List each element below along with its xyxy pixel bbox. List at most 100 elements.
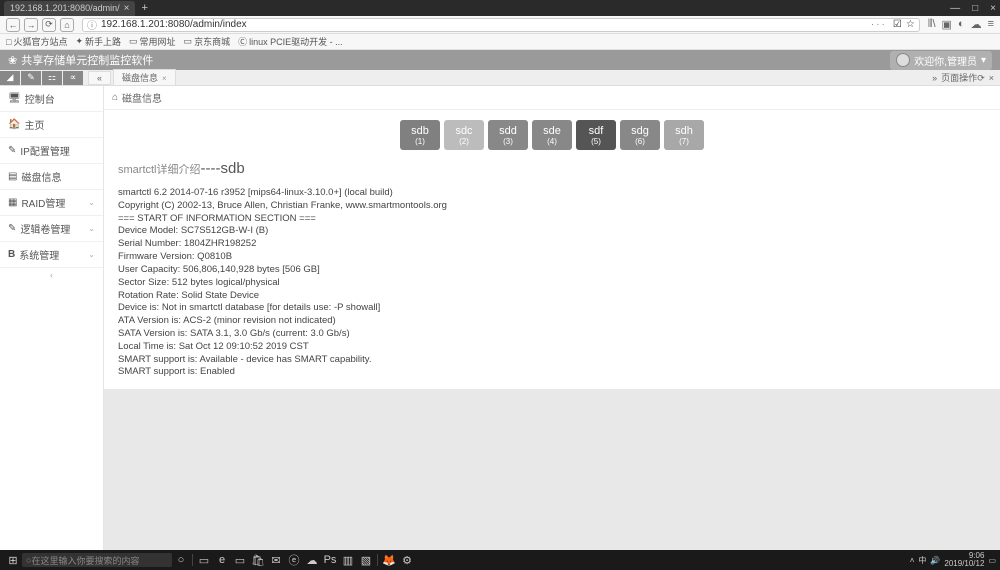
- info-icon: ⓘ: [87, 17, 97, 32]
- browser-nav: ← → ⟳ ⌂ ⓘ 192.168.1.201:8080/admin/index…: [0, 16, 1000, 34]
- bookmark-item[interactable]: □ 火狐官方站点: [6, 35, 67, 48]
- home-button[interactable]: ⌂: [60, 18, 74, 32]
- browser-tab-bar: 192.168.1.201:8080/admin/ × + — □ ×: [0, 0, 1000, 16]
- user-label: 欢迎你,管理员: [914, 53, 977, 68]
- sidebar-item-system[interactable]: B系统管理⌄: [0, 242, 103, 268]
- breadcrumb-label: 磁盘信息: [122, 90, 162, 105]
- smart-info-line: Serial Number: 1804ZHR198252: [118, 238, 986, 251]
- sidebar-item-home[interactable]: 🏠主页: [0, 112, 103, 138]
- volume-icon[interactable]: 🔊: [930, 556, 940, 565]
- disk-tab-sdg[interactable]: sdg(6): [620, 120, 660, 150]
- browser-tab[interactable]: 192.168.1.201:8080/admin/ ×: [4, 1, 135, 16]
- sidebar-item-console[interactable]: 🖥控制台: [0, 86, 103, 112]
- close-window-icon[interactable]: ×: [990, 3, 996, 14]
- star-icon[interactable]: ☆: [906, 19, 915, 30]
- app-icon[interactable]: ⚙: [398, 552, 416, 568]
- smart-info-line: === START OF INFORMATION SECTION ===: [118, 213, 986, 226]
- window-controls: — □ ×: [950, 3, 996, 14]
- disk-tab-sdd[interactable]: sdd(3): [488, 120, 528, 150]
- wechat-icon[interactable]: ☁: [303, 552, 321, 568]
- search-input[interactable]: ○ 在这里输入你要搜索的内容: [22, 553, 172, 567]
- bookmark-item[interactable]: ▭ 常用网址: [129, 35, 176, 48]
- edge-icon[interactable]: e: [213, 552, 231, 568]
- taskview-icon[interactable]: ▭: [195, 552, 213, 568]
- sidebar-item-lvm[interactable]: ✎逻辑卷管理⌄: [0, 216, 103, 242]
- sidebar-icon[interactable]: ▣: [942, 18, 952, 31]
- disk-icon: ▤: [8, 171, 17, 182]
- firefox-icon[interactable]: 🦊: [380, 552, 398, 568]
- bookmark-item[interactable]: Ⓒ linux PCIE驱动开发 - ...: [238, 35, 343, 48]
- avatar: [896, 53, 910, 67]
- app-icon[interactable]: ▥: [339, 552, 357, 568]
- bookmark-item[interactable]: ▭ 京东商城: [184, 35, 231, 48]
- clock[interactable]: 9:06 2019/10/12: [944, 552, 984, 568]
- smart-info-line: User Capacity: 506,806,140,928 bytes [50…: [118, 264, 986, 277]
- edit-icon: ✎: [8, 145, 16, 156]
- sync-icon[interactable]: ◐: [958, 18, 965, 31]
- start-button[interactable]: ⊞: [4, 552, 22, 568]
- smart-info-line: Firmware Version: Q0810B: [118, 251, 986, 264]
- smart-info-line: Copyright (C) 2002-13, Bruce Allen, Chri…: [118, 200, 986, 213]
- url-bar[interactable]: ⓘ 192.168.1.201:8080/admin/index ··· ☑ ☆: [82, 18, 920, 32]
- home-icon[interactable]: ⌂: [112, 92, 118, 103]
- sidebar: 🖥控制台 🏠主页 ✎IP配置管理 ▤磁盘信息 ▦RAID管理⌄ ✎逻辑卷管理⌄ …: [0, 86, 104, 550]
- app-icon[interactable]: ▧: [357, 552, 375, 568]
- tray-up-icon[interactable]: ˄: [910, 556, 915, 565]
- ie-icon[interactable]: ⓔ: [285, 552, 303, 568]
- disk-tab-sdh[interactable]: sdh(7): [664, 120, 704, 150]
- close-icon[interactable]: ×: [162, 74, 167, 83]
- sidebar-item-ipconfig[interactable]: ✎IP配置管理: [0, 138, 103, 164]
- mail-icon[interactable]: ✉: [267, 552, 285, 568]
- tool-btn-3[interactable]: ⚏: [42, 71, 62, 85]
- tool-btn-4[interactable]: ∝: [63, 71, 83, 85]
- app-title: 共享存储单元控制监控软件: [21, 52, 153, 68]
- main-content: ⌂ 磁盘信息 sdb(1) sdc(2) sdd(3) sde(4) sdf(5…: [104, 86, 1000, 550]
- ps-icon[interactable]: Ps: [321, 552, 339, 568]
- tab-disk-info[interactable]: 磁盘信息×: [113, 69, 176, 86]
- user-box[interactable]: 欢迎你,管理员 ▾: [890, 51, 992, 70]
- menu-icon[interactable]: ≡: [988, 18, 994, 31]
- disk-tab-sdf[interactable]: sdf(5): [576, 120, 616, 150]
- smart-info-line: Device Model: SC7S512GB-W-I (B): [118, 225, 986, 238]
- reader-icon[interactable]: ☑: [893, 19, 902, 30]
- tool-btn-2[interactable]: ✎: [21, 71, 41, 85]
- chat-icon[interactable]: ☁: [971, 18, 982, 31]
- close-icon[interactable]: ×: [989, 73, 994, 83]
- maximize-icon[interactable]: □: [972, 3, 978, 14]
- forward-button[interactable]: →: [24, 18, 38, 32]
- tool-btn-1[interactable]: ◢: [0, 71, 20, 85]
- smart-info-line: smartctl 6.2 2014-07-16 r3952 [mips64-li…: [118, 187, 986, 200]
- disk-tab-sde[interactable]: sde(4): [532, 120, 572, 150]
- smart-info-line: Rotation Rate: Solid State Device: [118, 290, 986, 303]
- lvm-icon: ✎: [8, 223, 16, 234]
- store-icon[interactable]: 🛍: [249, 552, 267, 568]
- ime-icon[interactable]: 中: [918, 555, 926, 566]
- page-ops[interactable]: 页面操作⟳: [941, 71, 985, 84]
- disk-tab-sdb[interactable]: sdb(1): [400, 120, 440, 150]
- tab-expand[interactable]: »: [932, 73, 937, 83]
- taskbar: ⊞ ○ 在这里输入你要搜索的内容 ○ ▭ e ▭ 🛍 ✉ ⓔ ☁ Ps ▥ ▧ …: [0, 550, 1000, 570]
- sidebar-item-diskinfo[interactable]: ▤磁盘信息: [0, 164, 103, 190]
- minimize-icon[interactable]: —: [950, 3, 960, 14]
- bookmark-item[interactable]: ✦ 新手上路: [75, 35, 121, 48]
- reload-button[interactable]: ⟳: [42, 18, 56, 32]
- tab-title: 192.168.1.201:8080/admin/: [10, 3, 120, 13]
- explorer-icon[interactable]: ▭: [231, 552, 249, 568]
- sidebar-item-raid[interactable]: ▦RAID管理⌄: [0, 190, 103, 216]
- app-header: ❀ 共享存储单元控制监控软件 欢迎你,管理员 ▾: [0, 50, 1000, 70]
- notifications-icon[interactable]: ▭: [988, 556, 996, 565]
- cortana-icon[interactable]: ○: [172, 552, 190, 568]
- tab-collapse[interactable]: «: [88, 71, 111, 85]
- url-text: 192.168.1.201:8080/admin/index: [101, 19, 247, 30]
- chevron-down-icon: ⌄: [88, 198, 95, 207]
- sidebar-collapse[interactable]: ‹: [0, 268, 103, 282]
- url-meta[interactable]: ···: [871, 19, 887, 30]
- disk-tab-sdc[interactable]: sdc(2): [444, 120, 484, 150]
- library-icon[interactable]: ⫴\: [928, 18, 936, 31]
- toolbar: ◢ ✎ ⚏ ∝ « 磁盘信息× » 页面操作⟳ ×: [0, 70, 1000, 86]
- bookmarks-bar: □ 火狐官方站点 ✦ 新手上路 ▭ 常用网址 ▭ 京东商城 Ⓒ linux PC…: [0, 34, 1000, 50]
- new-tab-button[interactable]: +: [141, 2, 147, 14]
- close-icon[interactable]: ×: [124, 3, 130, 14]
- back-button[interactable]: ←: [6, 18, 20, 32]
- smart-title: smartctl详细介绍----sdb: [104, 156, 1000, 181]
